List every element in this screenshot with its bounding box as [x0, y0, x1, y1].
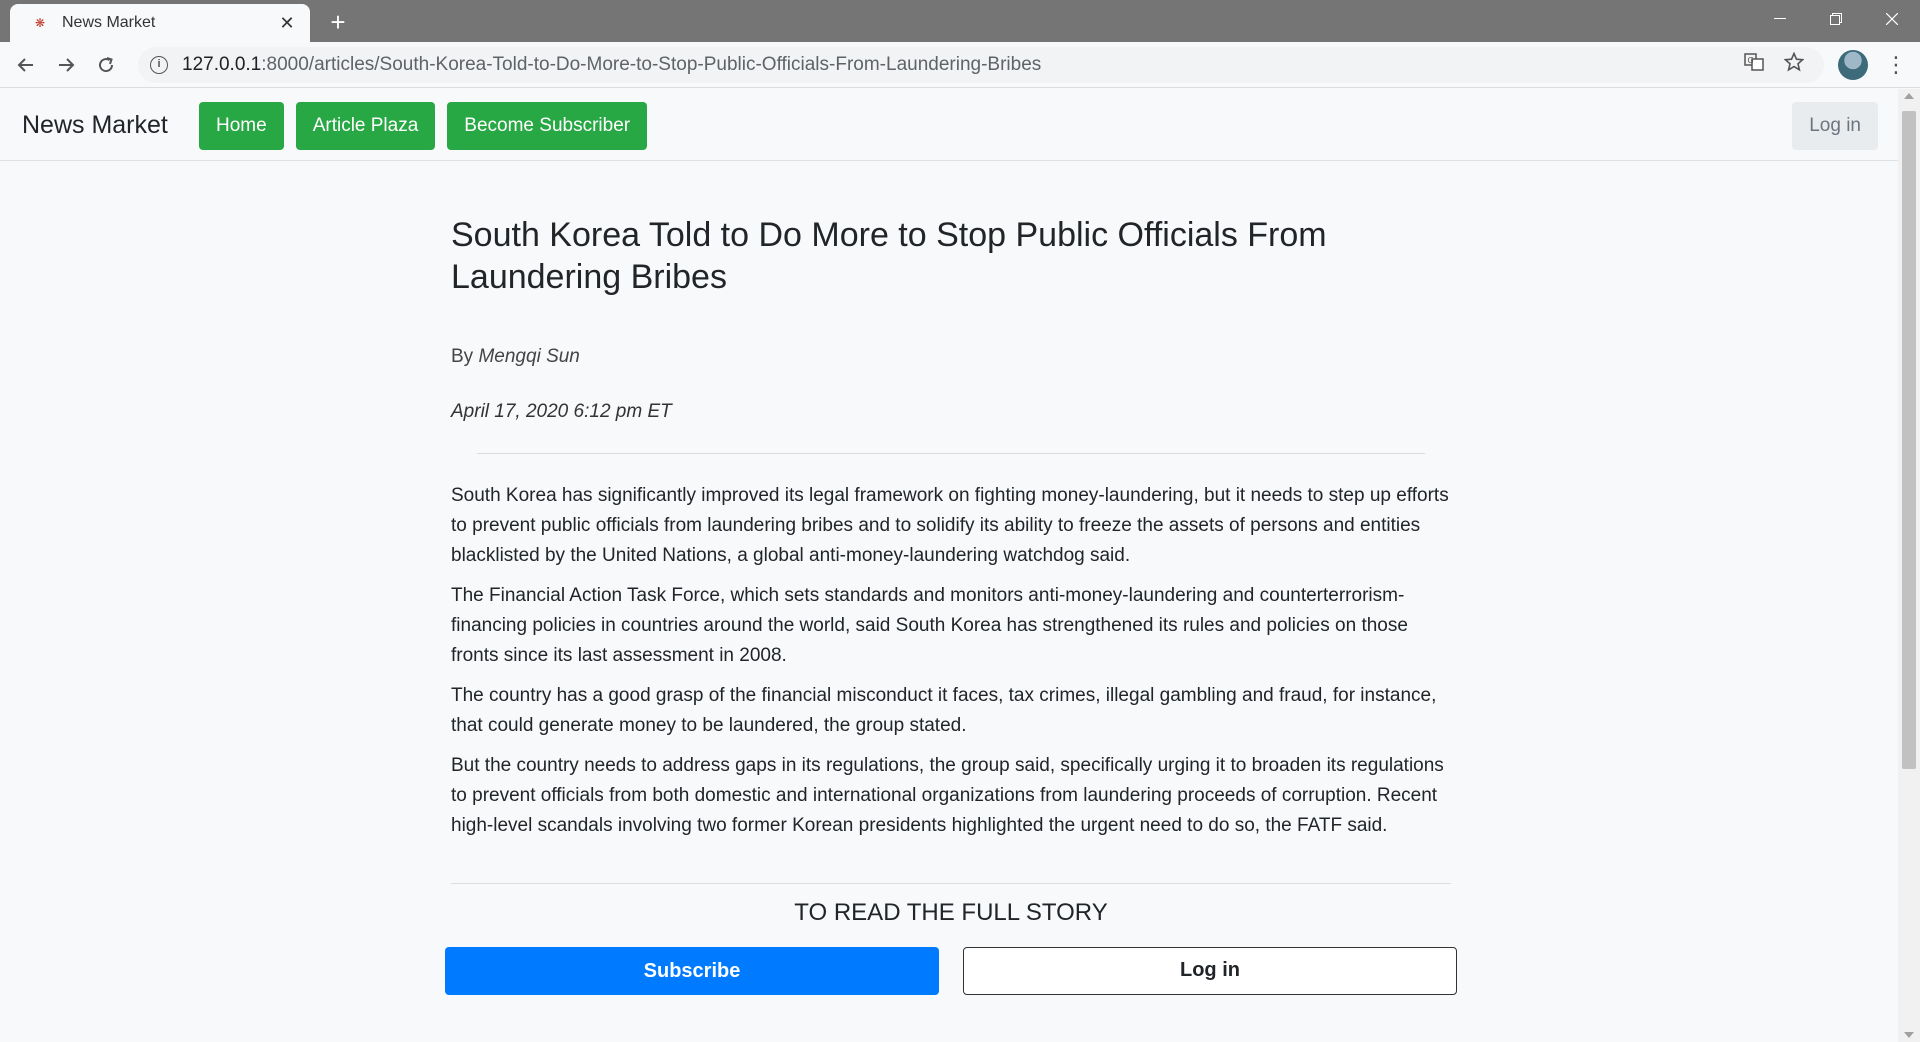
address-bar[interactable]: i 127.0.0.1:8000/articles/South-Korea-To…	[138, 47, 1824, 83]
info-icon[interactable]: i	[150, 56, 168, 74]
tab-title: News Market	[62, 14, 156, 31]
star-icon[interactable]	[1783, 51, 1805, 78]
scroll-down-icon[interactable]	[1904, 1032, 1914, 1038]
nav-become-subscriber-button[interactable]: Become Subscriber	[447, 102, 648, 150]
browser-tab[interactable]: ❋ News Market ✕	[10, 4, 310, 42]
restore-icon[interactable]	[1808, 0, 1864, 38]
navbar-login-button[interactable]: Log in	[1792, 102, 1878, 150]
paywall-cta: TO READ THE FULL STORY	[794, 899, 1108, 926]
scrollbar-thumb[interactable]	[1902, 111, 1916, 769]
url-text[interactable]: 127.0.0.1:8000/articles/South-Korea-Told…	[182, 54, 1041, 76]
site-navbar: News Market Home Article Plaza Become Su…	[0, 89, 1898, 161]
svg-text:G: G	[1748, 56, 1754, 65]
new-tab-button[interactable]: +	[322, 6, 354, 38]
url-host: 127.0.0.1	[182, 54, 262, 75]
back-arrow-icon[interactable]	[6, 45, 46, 85]
favicon-icon: ❋	[34, 16, 46, 30]
kebab-menu-icon[interactable]: ⋮	[1884, 48, 1908, 82]
forward-arrow-icon[interactable]	[46, 45, 86, 85]
subscribe-button[interactable]: Subscribe	[445, 947, 939, 995]
nav-home-button[interactable]: Home	[199, 102, 284, 150]
profile-avatar[interactable]	[1838, 50, 1868, 80]
page-scrollbar[interactable]	[1898, 89, 1920, 1042]
minimize-icon[interactable]	[1752, 0, 1808, 38]
window-controls	[1752, 0, 1920, 42]
article-byline: By Mengqi Sun	[451, 346, 580, 368]
paywall-buttons: Subscribe Log in	[445, 947, 1457, 995]
article-paragraph: The Financial Action Task Force, which s…	[451, 585, 1408, 666]
article-author: Mengqi Sun	[478, 346, 580, 367]
article-paragraph: But the country needs to address gaps in…	[451, 755, 1444, 836]
article-paragraph: The country has a good grasp of the fina…	[451, 685, 1437, 736]
site-brand[interactable]: News Market	[22, 111, 168, 140]
omnibox-actions: G	[1744, 47, 1805, 83]
close-window-icon[interactable]	[1864, 0, 1920, 38]
scroll-up-icon[interactable]	[1904, 93, 1914, 99]
browser-tab-bar: ❋ News Market ✕ +	[0, 0, 1920, 42]
url-path: :8000/articles/South-Korea-Told-to-Do-Mo…	[261, 54, 1042, 75]
tab-close-icon[interactable]: ✕	[276, 13, 298, 34]
nav-article-plaza-button[interactable]: Article Plaza	[295, 102, 436, 150]
translate-icon[interactable]: G	[1744, 52, 1764, 78]
nav-links: Home Article Plaza Become Subscriber	[199, 102, 648, 150]
divider	[477, 453, 1425, 454]
divider	[451, 883, 1451, 884]
browser-toolbar: i 127.0.0.1:8000/articles/South-Korea-To…	[0, 42, 1920, 88]
article-body: South Korea has significantly improved i…	[451, 481, 1451, 851]
byline-prefix: By	[451, 346, 474, 367]
article-date: April 17, 2020 6:12 pm ET	[451, 401, 672, 422]
reload-icon[interactable]	[86, 45, 126, 85]
page-viewport: News Market Home Article Plaza Become Su…	[0, 89, 1898, 1042]
article-paragraph: South Korea has significantly improved i…	[451, 485, 1449, 566]
paywall-login-button[interactable]: Log in	[963, 947, 1457, 995]
article-title: South Korea Told to Do More to Stop Publ…	[451, 216, 1327, 296]
